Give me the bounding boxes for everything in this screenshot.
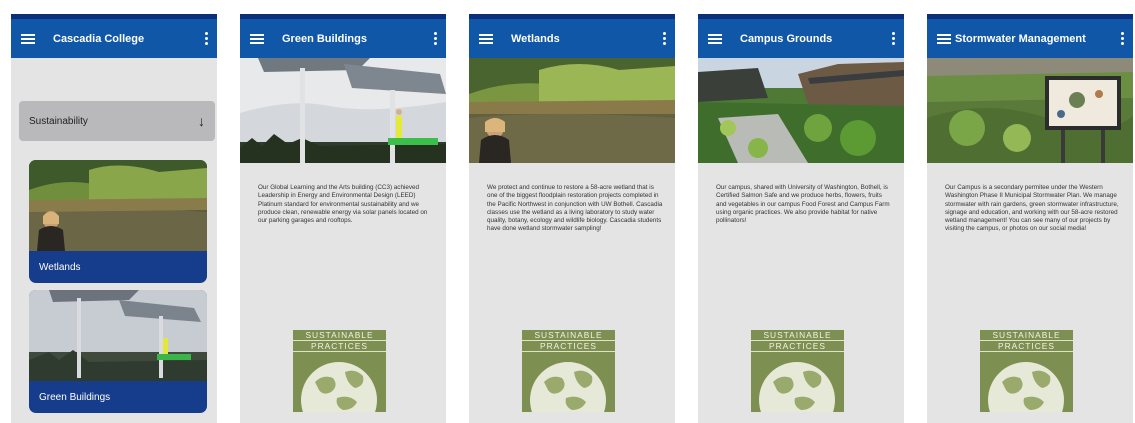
overflow-menu-icon[interactable]: [432, 31, 438, 46]
body-text: Our Global Learning and the Arts buildin…: [258, 184, 428, 225]
hamburger-menu-icon[interactable]: [250, 33, 264, 45]
stormwater-sign-photo: [927, 58, 1133, 163]
campus-grounds-photo: [698, 58, 904, 163]
badge-top-text: SUSTAINABLE: [980, 330, 1073, 341]
card-wetlands[interactable]: Wetlands: [29, 160, 207, 283]
globe-icon: [751, 352, 844, 412]
hamburger-menu-icon[interactable]: [21, 33, 35, 45]
overflow-menu-icon[interactable]: [203, 31, 209, 46]
badge-top-text: SUSTAINABLE: [751, 330, 844, 341]
globe-icon: [293, 352, 386, 412]
down-arrow-icon: ↓: [198, 113, 205, 129]
sustainable-practices-badge: SUSTAINABLE PRACTICES: [522, 330, 615, 413]
hamburger-menu-icon[interactable]: [937, 33, 951, 45]
screen-green-buildings: Green Buildings Our Global Learning and …: [240, 14, 446, 423]
dropdown-label: Sustainability: [29, 115, 88, 127]
overflow-menu-icon[interactable]: [661, 31, 667, 46]
screen-stormwater-management: Stormwater Management Our Campus is a se…: [927, 14, 1133, 423]
globe-icon: [522, 352, 615, 412]
app-bar-title: Wetlands: [511, 32, 560, 45]
app-bar-title: Stormwater Management: [955, 32, 1086, 45]
sustainability-dropdown[interactable]: Sustainability ↓: [19, 101, 215, 141]
app-bar: Stormwater Management: [927, 14, 1133, 58]
screen-cascadia-college: Cascadia College Sustainability ↓ Wetlan…: [11, 14, 217, 423]
app-bar: Campus Grounds: [698, 14, 904, 58]
card-green-buildings[interactable]: Green Buildings: [29, 290, 207, 413]
card-label-wetlands: Wetlands: [39, 262, 81, 273]
badge-top-text: SUSTAINABLE: [293, 330, 386, 341]
badge-bottom-text: PRACTICES: [293, 341, 386, 352]
screen-campus-grounds: Campus Grounds Our campus, shared with U…: [698, 14, 904, 423]
solar-panels-photo: [29, 290, 207, 381]
badge-top-text: SUSTAINABLE: [522, 330, 615, 341]
app-bar: Wetlands: [469, 14, 675, 58]
app-bar: Green Buildings: [240, 14, 446, 58]
badge-bottom-text: PRACTICES: [522, 341, 615, 352]
app-bar: Cascadia College: [11, 14, 217, 58]
body-text: Our campus, shared with University of Wa…: [716, 184, 890, 225]
app-bar-title: Green Buildings: [282, 32, 367, 45]
solar-panels-photo: [240, 58, 446, 163]
hamburger-menu-icon[interactable]: [479, 33, 493, 45]
sustainable-practices-badge: SUSTAINABLE PRACTICES: [980, 330, 1073, 413]
hamburger-menu-icon[interactable]: [708, 33, 722, 45]
badge-bottom-text: PRACTICES: [980, 341, 1073, 352]
card-label-green-buildings: Green Buildings: [39, 392, 111, 403]
overflow-menu-icon[interactable]: [890, 31, 896, 46]
globe-icon: [980, 352, 1073, 412]
screen-wetlands: Wetlands We protect and continue to rest…: [469, 14, 675, 423]
app-bar-title: Campus Grounds: [740, 32, 833, 45]
body-text: Our Campus is a secondary permitee under…: [945, 184, 1119, 233]
app-bar-title: Cascadia College: [53, 32, 145, 45]
body-text: We protect and continue to restore a 58-…: [487, 184, 663, 233]
overflow-menu-icon[interactable]: [1119, 31, 1125, 46]
sustainable-practices-badge: SUSTAINABLE PRACTICES: [293, 330, 386, 413]
wetlands-photo: [29, 160, 207, 251]
sustainable-practices-badge: SUSTAINABLE PRACTICES: [751, 330, 844, 413]
badge-bottom-text: PRACTICES: [751, 341, 844, 352]
wetlands-photo: [469, 58, 675, 163]
